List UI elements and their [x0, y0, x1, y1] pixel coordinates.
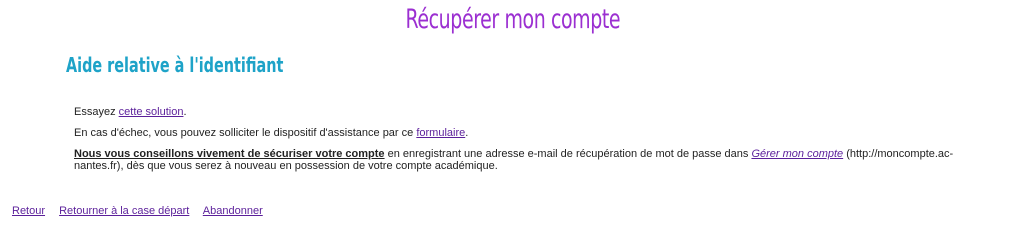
back-link[interactable]: Retour: [12, 205, 45, 217]
bottom-nav: Retour Retourner à la case départ Abando…: [12, 205, 274, 217]
security-advice-line: Nous vous conseillons vivement de sécuri…: [74, 148, 964, 172]
security-mid-text: en enregistrant une adresse e-mail de ré…: [384, 148, 752, 160]
try-solution-line: Essayez cette solution.: [74, 106, 964, 118]
assistance-line: En cas d'échec, vous pouvez solliciter l…: [74, 127, 964, 139]
section-subtitle: Aide relative à l'identifiant: [66, 53, 284, 77]
page: Récupérer mon compte Aide relative à l'i…: [0, 0, 1024, 252]
manage-account-link[interactable]: Gérer mon compte: [751, 148, 843, 160]
try-prefix: Essayez: [74, 106, 119, 118]
page-title: Récupérer mon compte: [405, 4, 621, 35]
assistance-suffix: .: [465, 127, 469, 139]
solution-link[interactable]: cette solution: [119, 106, 184, 118]
secure-account-link[interactable]: Nous vous conseillons vivement de sécuri…: [74, 148, 385, 160]
assistance-prefix: En cas d'échec, vous pouvez solliciter l…: [74, 127, 417, 139]
help-content: Essayez cette solution. En cas d'échec, …: [74, 106, 964, 181]
form-link[interactable]: formulaire: [416, 127, 465, 139]
try-suffix: .: [183, 106, 187, 118]
start-over-link[interactable]: Retourner à la case départ: [59, 205, 189, 217]
abandon-link[interactable]: Abandonner: [203, 205, 263, 217]
